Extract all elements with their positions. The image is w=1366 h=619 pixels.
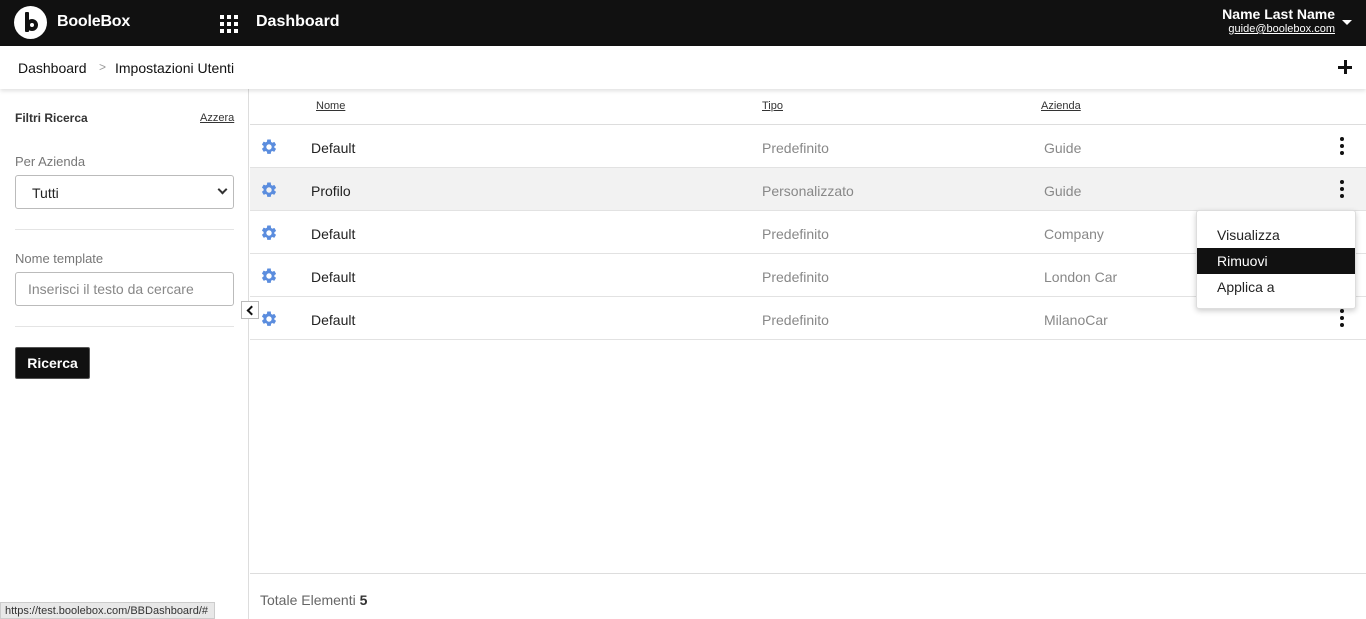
cell-company: Company (1044, 226, 1104, 242)
user-menu-caret-icon[interactable] (1342, 20, 1352, 25)
collapse-sidebar-button[interactable] (241, 301, 259, 319)
reset-filters-link[interactable]: Azzera (200, 112, 234, 124)
total-elements-count: 5 (359, 592, 368, 608)
cell-type: Predefinito (762, 226, 829, 242)
cell-name: Default (311, 140, 356, 156)
row-context-menu: Visualizza Rimuovi Applica a (1196, 210, 1356, 309)
page-title: Dashboard (256, 13, 340, 30)
more-vert-icon[interactable] (1336, 180, 1348, 200)
divider (15, 326, 234, 327)
gear-icon[interactable] (260, 138, 278, 156)
gear-icon[interactable] (260, 267, 278, 285)
table-header: Nome Tipo Azienda (250, 89, 1366, 125)
table-row[interactable]: Default Predefinito Guide (250, 125, 1366, 168)
brand-name: BooleBox (57, 13, 131, 30)
add-icon[interactable] (1338, 60, 1352, 74)
search-button[interactable]: Ricerca (15, 347, 90, 379)
user-name: Name Last Name (1222, 6, 1335, 22)
cell-type: Predefinito (762, 312, 829, 328)
user-menu[interactable]: Name Last Name guide@boolebox.com (1222, 6, 1335, 36)
cell-type: Predefinito (762, 269, 829, 285)
menu-item-view[interactable]: Visualizza (1197, 222, 1355, 248)
cell-name: Profilo (311, 183, 351, 199)
menu-item-apply-to[interactable]: Applica a (1197, 274, 1355, 300)
column-header-name[interactable]: Nome (316, 100, 345, 112)
template-name-label: Nome template (15, 251, 104, 266)
table-row[interactable]: Profilo Personalizzato Guide (250, 168, 1366, 211)
chevron-down-icon (217, 184, 228, 195)
filter-sidebar: Filtri Ricerca Azzera Per Azienda Tutti … (0, 89, 249, 619)
menu-item-remove[interactable]: Rimuovi (1197, 248, 1355, 274)
boolebox-logo-icon[interactable] (14, 6, 47, 39)
column-header-type[interactable]: Tipo (762, 100, 783, 112)
cell-name: Default (311, 269, 356, 285)
cell-type: Predefinito (762, 140, 829, 156)
gear-icon[interactable] (260, 181, 278, 199)
template-name-input[interactable] (15, 272, 234, 306)
cell-company: MilanoCar (1044, 312, 1108, 328)
user-email-link[interactable]: guide@boolebox.com (1222, 23, 1335, 36)
cell-company: Guide (1044, 140, 1082, 156)
more-vert-icon[interactable] (1336, 309, 1348, 329)
cell-name: Default (311, 312, 356, 328)
cell-company: Guide (1044, 183, 1082, 199)
divider (15, 229, 234, 230)
company-select-value: Tutti (32, 185, 59, 201)
apps-grid-icon[interactable] (220, 15, 240, 35)
total-elements-label: Totale Elementi (260, 592, 356, 608)
breadcrumb: Dashboard > Impostazioni Utenti (0, 46, 1366, 89)
breadcrumb-current: Impostazioni Utenti (115, 60, 235, 76)
filter-title: Filtri Ricerca (15, 111, 88, 125)
cell-name: Default (311, 226, 356, 242)
status-bar-url: https://test.boolebox.com/BBDashboard/# (0, 602, 216, 619)
cell-company: London Car (1044, 269, 1118, 285)
cell-type: Personalizzato (762, 183, 854, 199)
column-header-company[interactable]: Azienda (1041, 100, 1081, 112)
table-footer: Totale Elementi 5 (250, 573, 1366, 619)
company-select[interactable]: Tutti (15, 175, 234, 209)
breadcrumb-dashboard-link[interactable]: Dashboard (18, 60, 87, 76)
breadcrumb-separator: > (99, 60, 107, 74)
top-bar: BooleBox Dashboard Name Last Name guide@… (0, 0, 1366, 46)
company-filter-label: Per Azienda (15, 154, 86, 169)
gear-icon[interactable] (260, 224, 278, 242)
gear-icon[interactable] (260, 310, 278, 328)
more-vert-icon[interactable] (1336, 137, 1348, 157)
total-elements: Totale Elementi 5 (260, 592, 367, 608)
